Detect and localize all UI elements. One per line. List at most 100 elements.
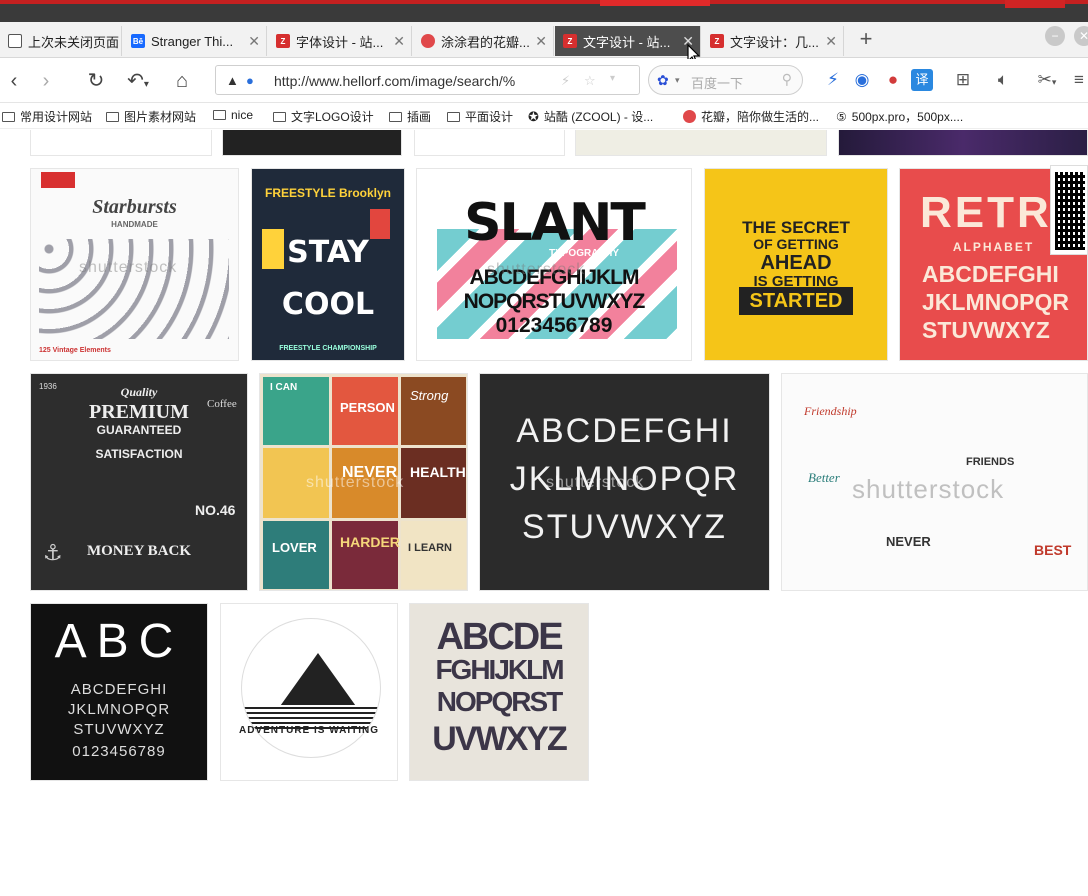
badge-circle xyxy=(241,618,381,758)
scissors-icon[interactable]: ✂▾ xyxy=(1030,69,1064,91)
image-tile[interactable] xyxy=(222,130,402,156)
mountain-icon xyxy=(278,653,358,709)
watermark: shutterstock xyxy=(546,474,645,491)
bookmark-folder[interactable]: nice xyxy=(213,108,253,122)
alphabet-line: FGHIJKLM xyxy=(435,654,564,685)
tab-stranger-things[interactable]: Bē Stranger Thi... ✕ xyxy=(123,26,267,56)
image-tile-hatched-alphabet[interactable]: ABCDE FGHIJKLM NOPQRST UVWXYZ xyxy=(409,603,589,781)
image-tile-friendship[interactable]: Friendship Better FRIENDS NEVER BEST shu… xyxy=(781,373,1088,591)
bookmark-label: 图片素材网站 xyxy=(124,110,197,124)
close-icon[interactable]: ✕ xyxy=(535,33,547,50)
tab-label: Stranger Thi... xyxy=(151,33,234,49)
bookmark-folder[interactable]: 图片素材网站 xyxy=(106,108,196,125)
tab-text-design-active[interactable]: Z 文字设计 - 站... ✕ xyxy=(555,26,701,56)
tab-huaban[interactable]: 涂涂君的花瓣... ✕ xyxy=(413,26,554,56)
image-tile[interactable] xyxy=(575,130,827,156)
watermark: shutterstock xyxy=(852,474,1005,504)
bookmark-link[interactable]: ⑤ 500px.pro，500px.... xyxy=(836,108,963,125)
tile-text: Friendship xyxy=(804,404,857,418)
forward-button[interactable]: › xyxy=(32,67,60,95)
close-icon[interactable]: ✕ xyxy=(393,33,405,50)
close-window-icon[interactable]: ✕ xyxy=(1074,26,1088,46)
tile-text: Strong xyxy=(410,388,449,403)
tile-title: ABC xyxy=(54,615,184,668)
zcool-icon: ✪ xyxy=(528,108,539,124)
bookmark-link[interactable]: ✪ 站酷 (ZCOOL) - 设... xyxy=(528,108,653,125)
image-tile[interactable] xyxy=(30,130,212,156)
watermark: shutterstock xyxy=(79,259,178,276)
url-text[interactable]: http://www.hellorf.com/image/search/% xyxy=(274,73,515,89)
lightning-icon[interactable]: ⚡ xyxy=(822,69,844,91)
tile-text: SATISFACTION xyxy=(95,447,183,461)
apps-grid-icon[interactable]: ⊞ xyxy=(952,69,974,91)
image-tile-quotes-grid[interactable]: I CAN PERSON Strong NEVER HEALTH LOVER H… xyxy=(259,373,468,591)
star-icon[interactable]: ☆ xyxy=(584,73,596,89)
zcool-icon: Z xyxy=(710,34,724,48)
tile-text: I LEARN xyxy=(408,542,452,554)
tile-text: HARDER xyxy=(340,534,400,550)
quote-line: STARTED xyxy=(749,290,843,312)
bookmark-label: 站酷 (ZCOOL) - 设... xyxy=(543,110,654,124)
undo-close-button[interactable]: ↶▾ xyxy=(120,67,156,95)
image-tile-stay-cool[interactable]: FREESTYLE Brooklyn STAY COOL FREESTYLE C… xyxy=(251,168,405,361)
tab-text-design-2[interactable]: Z 文字设计：几... ✕ xyxy=(702,26,844,56)
baidu-paw-icon[interactable]: ✿ xyxy=(657,72,669,89)
engine-dropdown-icon[interactable]: ▾ xyxy=(675,75,680,86)
volume-icon[interactable]: 🔈︎ xyxy=(992,69,1014,91)
bookmark-label: nice xyxy=(231,108,254,122)
digits-line: 0123456789 xyxy=(72,743,166,760)
reload-button[interactable]: ↻ xyxy=(82,67,110,95)
translate-icon[interactable]: 译 xyxy=(911,69,933,91)
alphabet-line: ABCDEFGHI xyxy=(922,261,1059,287)
back-button[interactable]: ‹ xyxy=(0,67,28,95)
tab-label: 文字设计 - 站... xyxy=(583,34,671,50)
image-tile-constellation-abc[interactable]: ABC ABCDEFGHI JKLMNOPQR STUVWXYZ 0123456… xyxy=(30,603,208,781)
address-bar[interactable]: ▲ ● http://www.hellorf.com/image/search/… xyxy=(215,65,640,95)
dropdown-icon[interactable]: ▾ xyxy=(610,73,615,84)
bookmark-link[interactable]: 花瓣，陪你做生活的... xyxy=(683,108,819,125)
alphabet-line: ABCDEFGHI xyxy=(70,681,168,698)
badge xyxy=(41,172,75,188)
navigation-toolbar: ‹ › ↻ ↶▾ ⌂ ▲ ● http://www.hellorf.com/im… xyxy=(0,59,1088,103)
behance-icon: Bē xyxy=(131,34,145,48)
bookmark-folder[interactable]: 常用设计网站 xyxy=(2,108,92,125)
folder-icon xyxy=(213,110,226,120)
warning-icon: ▲ xyxy=(226,73,239,88)
translate-globe-icon[interactable]: ◉ xyxy=(851,69,873,91)
home-button[interactable]: ⌂ xyxy=(168,67,196,95)
new-tab-button[interactable]: + xyxy=(852,26,880,54)
bookmark-folder[interactable]: 插画 xyxy=(389,108,431,125)
bookmark-folder[interactable]: 平面设计 xyxy=(447,108,513,125)
tile-text: PERSON xyxy=(340,400,395,415)
close-icon[interactable]: ✕ xyxy=(248,33,260,50)
tab-font-design[interactable]: Z 字体设计 - 站... ✕ xyxy=(268,26,412,56)
image-tile-adventure[interactable]: ADVENTURE IS WAITING xyxy=(220,603,398,781)
image-tile-slant[interactable]: SLANT TYPOGRAPHY ABCDEFGHIJKLM NOPQRSTUV… xyxy=(416,168,692,361)
close-icon[interactable]: ✕ xyxy=(825,33,837,50)
minimize-icon[interactable]: − xyxy=(1045,26,1065,46)
image-tile-thin-alphabet[interactable]: ABCDEFGHI JKLMNOPQR STUVWXYZ shutterstoc… xyxy=(479,373,770,591)
lightning-icon[interactable]: ⚡ xyxy=(561,73,570,89)
qr-code[interactable] xyxy=(1050,165,1088,255)
ornament-pattern xyxy=(39,239,229,339)
bookmark-label: 常用设计网站 xyxy=(20,110,93,124)
watermark: shutterstock xyxy=(487,261,586,278)
search-icon[interactable]: ⚲ xyxy=(782,71,792,88)
image-tile-secret[interactable]: THE SECRET OF GETTING AHEAD IS GETTING S… xyxy=(704,168,888,361)
search-input[interactable]: 百度一下 xyxy=(691,73,743,92)
image-tile[interactable] xyxy=(838,130,1088,156)
tile-subtitle: HANDMADE xyxy=(111,220,158,229)
tab-closed-pages[interactable]: 上次未关闭页面 xyxy=(0,26,122,56)
tile-text: FRIENDS xyxy=(966,456,1015,468)
image-tile-premium[interactable]: 1936 Coffee Quality PREMIUM GUARANTEED S… xyxy=(30,373,248,591)
watermark: shutterstock xyxy=(306,474,405,491)
search-box[interactable]: ✿ ▾ 百度一下 ⚲ xyxy=(648,65,803,95)
quote-card xyxy=(332,521,398,589)
image-tile[interactable] xyxy=(414,130,565,156)
huaban-icon[interactable]: ● xyxy=(882,69,904,91)
tile-text: GUARANTEED xyxy=(96,423,182,437)
bookmark-folder[interactable]: 文字LOGO设计 xyxy=(273,108,374,125)
tile-subtitle: TYPOGRAPHY xyxy=(548,248,619,259)
menu-icon[interactable]: ≡ xyxy=(1068,69,1088,91)
image-tile-starbursts[interactable]: Starbursts HANDMADE shutterstock 125 Vin… xyxy=(30,168,239,361)
